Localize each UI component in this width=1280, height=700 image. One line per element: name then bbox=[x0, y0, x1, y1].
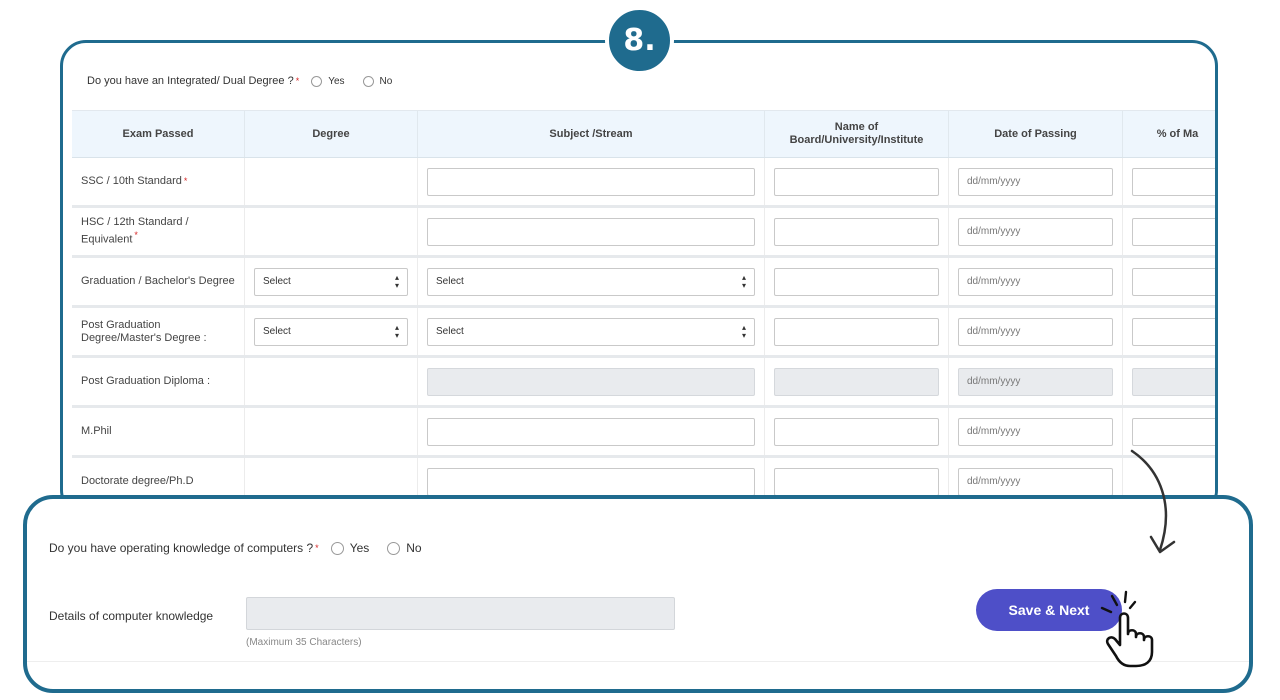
percent-input[interactable] bbox=[1132, 167, 1215, 196]
table-row: Graduation / Bachelor's Degree Select ▴ ▾ … bbox=[72, 258, 1215, 308]
percent-input[interactable] bbox=[1132, 217, 1215, 246]
exam-label: HSC / 12th Standard / Equivalent * bbox=[81, 216, 189, 246]
exam-label: SSC / 10th Standard bbox=[81, 175, 182, 187]
computer-no-radio[interactable] bbox=[387, 541, 401, 555]
dual-degree-question: Do you have an Integrated/ Dual Degree ?… bbox=[87, 75, 410, 87]
table-header: Exam Passed Degree Subject /Stream Name … bbox=[72, 110, 1215, 158]
date-input[interactable]: dd/mm/yyyy bbox=[958, 317, 1113, 346]
education-table: Exam Passed Degree Subject /Stream Name … bbox=[72, 110, 1215, 508]
exam-label: Graduation / Bachelor's Degree bbox=[72, 258, 245, 305]
dual-degree-no-label: No bbox=[379, 75, 393, 87]
date-input[interactable]: dd/mm/yyyy bbox=[958, 217, 1113, 246]
step-number-badge: 8. bbox=[605, 6, 674, 75]
percent-input[interactable] bbox=[1132, 267, 1215, 296]
degree-select[interactable]: Select ▴ ▾ bbox=[254, 267, 408, 296]
board-input[interactable] bbox=[774, 417, 939, 446]
subject-select[interactable]: Select ▴ ▾ bbox=[427, 267, 755, 296]
subject-select[interactable]: Select ▴ ▾ bbox=[427, 317, 755, 346]
percent-input[interactable] bbox=[1132, 317, 1215, 346]
computer-yes-radio[interactable] bbox=[330, 541, 344, 555]
education-panel: Do you have an Integrated/ Dual Degree ?… bbox=[60, 40, 1218, 516]
table-row: HSC / 12th Standard / Equivalent * dd/mm/… bbox=[72, 208, 1215, 258]
header-date-of-passing: Date of Passing bbox=[949, 111, 1123, 157]
subject-input[interactable] bbox=[427, 467, 755, 496]
dual-degree-label: Do you have an Integrated/ Dual Degree ? bbox=[87, 75, 294, 87]
computer-no-label: No bbox=[406, 541, 422, 555]
table-row: Post Graduation Diploma : dd/mm/yyyy bbox=[72, 358, 1215, 408]
required-marker: * bbox=[183, 176, 188, 186]
board-input[interactable] bbox=[774, 317, 939, 346]
header-subject-stream: Subject /Stream bbox=[418, 111, 765, 157]
details-label: Details of computer knowledge bbox=[49, 609, 214, 623]
subject-input[interactable] bbox=[427, 417, 755, 446]
dual-degree-no-radio[interactable] bbox=[362, 75, 374, 87]
pointing-hand-icon bbox=[1100, 590, 1154, 668]
required-marker: * bbox=[295, 76, 300, 86]
computer-knowledge-question: Do you have operating knowledge of compu… bbox=[49, 541, 440, 555]
dual-degree-yes-radio[interactable] bbox=[311, 75, 323, 87]
board-input[interactable] bbox=[774, 467, 939, 496]
dual-degree-yes-label: Yes bbox=[328, 75, 345, 87]
table-row: M.Phil dd/mm/yyyy bbox=[72, 408, 1215, 458]
date-input[interactable]: dd/mm/yyyy bbox=[958, 267, 1113, 296]
degree-select[interactable]: Select ▴ ▾ bbox=[254, 317, 408, 346]
table-row: SSC / 10th Standard * dd/mm/yyyy bbox=[72, 158, 1215, 208]
select-arrows-icon: ▴ ▾ bbox=[741, 272, 746, 290]
computer-knowledge-panel: Do you have operating knowledge of compu… bbox=[23, 495, 1253, 693]
date-input[interactable]: dd/mm/yyyy bbox=[958, 467, 1113, 496]
subject-input[interactable] bbox=[427, 167, 755, 196]
board-input[interactable] bbox=[774, 167, 939, 196]
percent-input[interactable] bbox=[1132, 417, 1215, 446]
computer-question-label: Do you have operating knowledge of compu… bbox=[49, 541, 314, 555]
table-row: Post Graduation Degree/Master's Degree :… bbox=[72, 308, 1215, 358]
percent-input bbox=[1132, 367, 1215, 396]
divider bbox=[27, 661, 1249, 662]
header-percent-marks: % of Ma bbox=[1156, 127, 1199, 140]
subject-input[interactable] bbox=[427, 217, 755, 246]
select-arrows-icon: ▴ ▾ bbox=[394, 322, 399, 340]
board-input[interactable] bbox=[774, 267, 939, 296]
exam-label: M.Phil bbox=[72, 408, 245, 455]
header-exam-passed: Exam Passed bbox=[72, 111, 245, 157]
required-marker: * bbox=[315, 543, 319, 553]
board-input[interactable] bbox=[774, 217, 939, 246]
subject-input bbox=[427, 367, 755, 396]
max-characters-hint: (Maximum 35 Characters) bbox=[246, 637, 362, 648]
exam-label: Post Graduation Diploma : bbox=[72, 358, 245, 405]
date-input[interactable]: dd/mm/yyyy bbox=[958, 417, 1113, 446]
date-input[interactable]: dd/mm/yyyy bbox=[958, 167, 1113, 196]
board-input bbox=[774, 367, 939, 396]
header-board-university: Name of Board/University/Institute bbox=[765, 111, 949, 157]
exam-label: Post Graduation Degree/Master's Degree : bbox=[72, 308, 245, 355]
select-arrows-icon: ▴ ▾ bbox=[394, 272, 399, 290]
computer-yes-label: Yes bbox=[349, 541, 370, 555]
header-degree: Degree bbox=[245, 111, 418, 157]
date-input: dd/mm/yyyy bbox=[958, 367, 1113, 396]
curved-arrow-icon bbox=[1130, 449, 1176, 554]
select-arrows-icon: ▴ ▾ bbox=[741, 322, 746, 340]
computer-details-input[interactable] bbox=[246, 597, 675, 630]
